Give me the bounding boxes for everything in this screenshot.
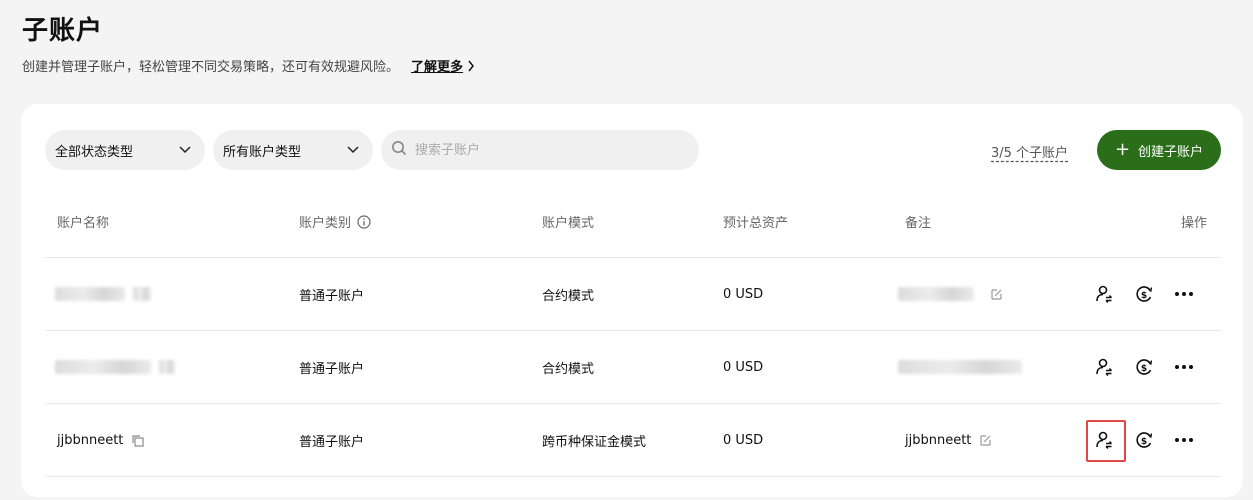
row-note: jjbbnneett xyxy=(905,432,972,448)
row-category: 普通子账户 xyxy=(299,288,365,304)
currency-exchange-icon[interactable]: $ xyxy=(1131,281,1157,307)
row-note-cell: jjbbnneett xyxy=(905,404,992,476)
status-type-dropdown[interactable]: 全部状态类型 xyxy=(45,130,205,170)
highlight-box xyxy=(1086,420,1126,462)
row-mode: 跨币种保证金模式 xyxy=(542,434,647,450)
row-name-cell xyxy=(55,258,159,330)
row-name-cell: jjbbnneett xyxy=(57,404,145,476)
table-row: jjbbnneett 普通子账户 跨币种保证金模式 0 USD jjbbnnee… xyxy=(21,404,1243,476)
chevron-down-icon xyxy=(347,143,359,158)
transfer-user-icon[interactable] xyxy=(1091,354,1117,380)
row-assets: 0 USD xyxy=(723,359,764,375)
header-category: 账户类别 xyxy=(299,212,371,231)
row-assets: 0 USD xyxy=(723,432,764,448)
row-category: 普通子账户 xyxy=(299,361,365,377)
row-mode: 合约模式 xyxy=(542,361,595,377)
search-icon xyxy=(391,140,407,160)
currency-exchange-icon[interactable]: $ xyxy=(1131,427,1157,453)
table-row: 普通子账户 合约模式 0 USD $ xyxy=(21,331,1243,403)
redacted-name xyxy=(55,287,125,301)
info-icon[interactable] xyxy=(357,214,371,229)
svg-text:$: $ xyxy=(1141,291,1147,301)
row-assets: 0 USD xyxy=(723,286,764,302)
learn-more-link[interactable]: 了解更多 xyxy=(411,56,475,75)
svg-text:$: $ xyxy=(1141,437,1147,447)
header-name: 账户名称 xyxy=(57,216,110,231)
row-name: jjbbnneett xyxy=(57,432,124,448)
account-type-dropdown[interactable]: 所有账户类型 xyxy=(213,130,373,170)
search-box xyxy=(381,130,699,170)
currency-exchange-icon[interactable]: $ xyxy=(1131,354,1157,380)
header-mode: 账户模式 xyxy=(542,216,595,231)
row-category: 普通子账户 xyxy=(299,434,365,450)
divider xyxy=(45,476,1221,477)
filter-bar: 全部状态类型 所有账户类型 3/5 个子账户 + 创建子账户 xyxy=(21,130,1243,170)
header-actions: 操作 xyxy=(1181,216,1208,231)
row-note-cell xyxy=(898,331,1030,403)
chevron-down-icon xyxy=(179,143,191,158)
edit-icon[interactable] xyxy=(990,288,1003,301)
row-mode: 合约模式 xyxy=(542,288,595,304)
page-subtitle: 创建并管理子账户，轻松管理不同交易策略，还可有效规避风险。 了解更多 xyxy=(22,56,475,75)
table-row: 普通子账户 合约模式 0 USD $ xyxy=(21,258,1243,330)
more-options-icon[interactable] xyxy=(1171,281,1197,307)
subaccount-card: 全部状态类型 所有账户类型 3/5 个子账户 + 创建子账户 账户名称 账户类别 xyxy=(21,104,1243,497)
create-subaccount-button[interactable]: + 创建子账户 xyxy=(1097,130,1221,170)
edit-icon[interactable] xyxy=(979,434,992,447)
redacted-name-extra xyxy=(133,287,151,301)
redacted-note xyxy=(898,287,974,301)
redacted-note xyxy=(898,360,1022,374)
svg-text:$: $ xyxy=(1141,364,1147,374)
transfer-user-icon[interactable] xyxy=(1091,281,1117,307)
plus-icon: + xyxy=(1114,139,1131,160)
subaccount-count[interactable]: 3/5 个子账户 xyxy=(991,142,1068,161)
more-options-icon[interactable] xyxy=(1171,427,1197,453)
search-input[interactable] xyxy=(415,142,675,158)
account-type-label: 所有账户类型 xyxy=(223,144,302,160)
status-type-label: 全部状态类型 xyxy=(55,144,134,160)
learn-more-label: 了解更多 xyxy=(411,60,464,75)
row-name-cell xyxy=(55,331,183,403)
copy-icon[interactable] xyxy=(131,434,145,447)
chevron-right-icon xyxy=(467,60,475,72)
more-options-icon[interactable] xyxy=(1171,354,1197,380)
header-category-label: 账户类别 xyxy=(299,216,352,231)
header-note: 备注 xyxy=(905,216,932,231)
subtitle-text: 创建并管理子账户，轻松管理不同交易策略，还可有效规避风险。 xyxy=(22,60,400,75)
redacted-name-extra xyxy=(159,360,175,374)
redacted-name xyxy=(55,360,151,374)
page-title: 子账户 xyxy=(22,16,104,46)
row-note-cell xyxy=(898,258,1003,330)
header-assets: 预计总资产 xyxy=(723,216,789,231)
table-header: 账户名称 账户类别 账户模式 预计总资产 备注 操作 xyxy=(21,212,1243,232)
create-button-label: 创建子账户 xyxy=(1138,144,1204,160)
